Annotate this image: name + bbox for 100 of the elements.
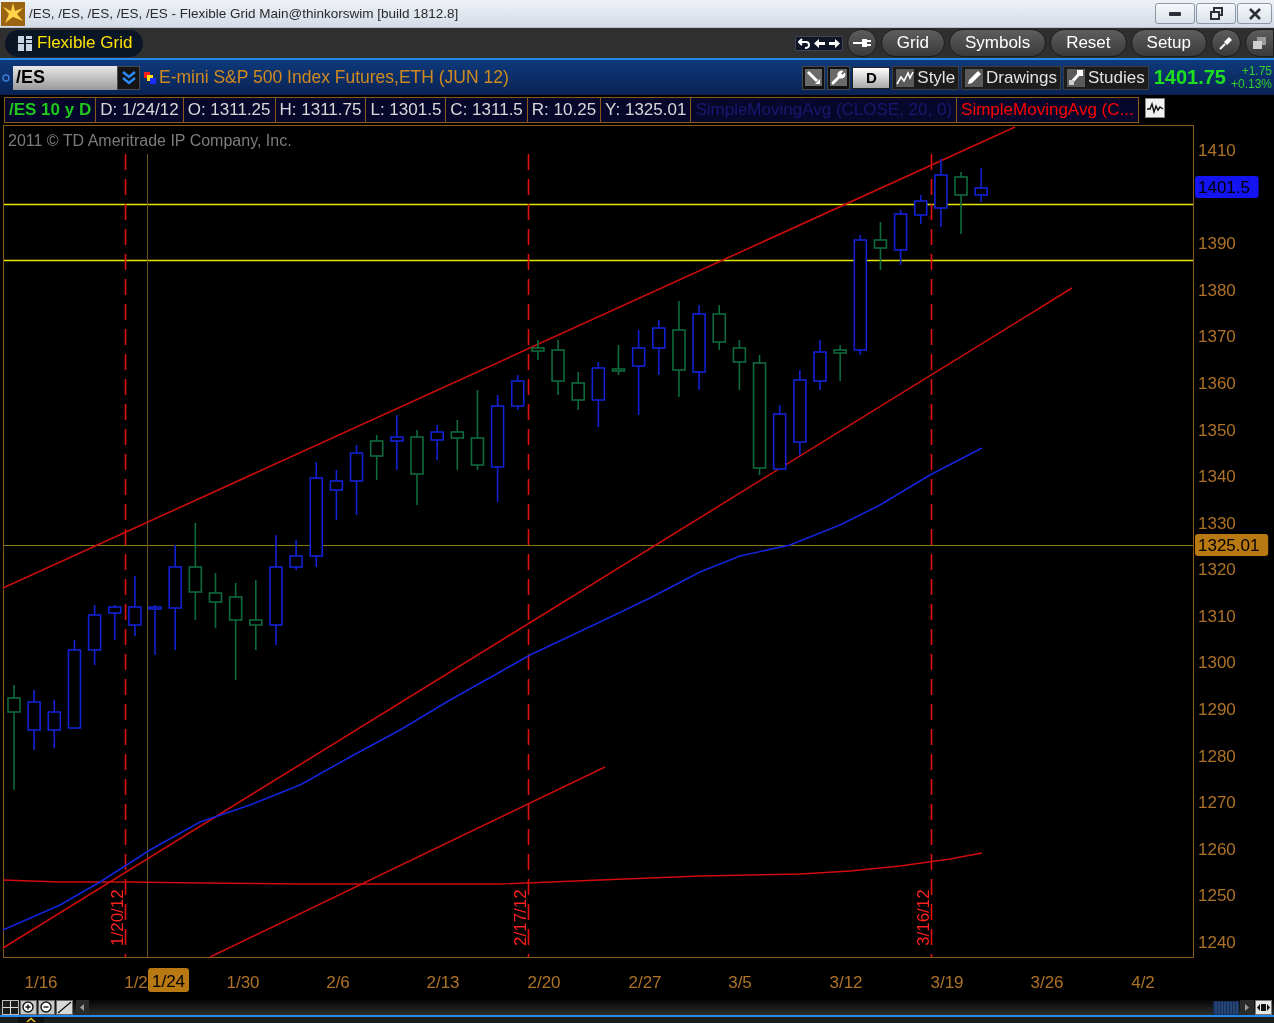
candlestick — [148, 604, 162, 656]
minimize-icon — [1169, 11, 1181, 16]
bar-value-label: O: 1311.25 — [183, 98, 275, 122]
candlestick — [934, 158, 948, 228]
candlestick — [450, 419, 465, 471]
app-icon — [1, 1, 25, 26]
price-axis-label: 1350 — [1198, 420, 1236, 440]
bar-value-label: R: 10.25 — [527, 98, 601, 122]
date-marker-line[interactable] — [124, 153, 127, 958]
undo-icon[interactable] — [797, 37, 810, 49]
net-change: +1.75 — [1241, 64, 1272, 78]
price-axis-label: 1360 — [1198, 373, 1236, 393]
candlestick — [571, 371, 585, 411]
candlestick — [732, 339, 747, 391]
price-axis-label: 1380 — [1198, 280, 1236, 300]
right-arrow-icon[interactable] — [828, 38, 840, 48]
candlestick — [430, 424, 444, 461]
candlestick — [974, 167, 988, 203]
date-axis-label: 2/20 — [527, 973, 561, 992]
candlestick — [712, 304, 727, 351]
price-tag: 1325.01 — [1195, 534, 1269, 556]
candlestick — [349, 444, 364, 516]
candlestick — [87, 604, 102, 666]
ring-icon — [2, 73, 10, 82]
bar-value-label: L: 1301.5 — [366, 98, 446, 122]
candlestick — [531, 339, 545, 361]
candlestick — [551, 339, 565, 396]
last-price: 1401.75 — [1153, 66, 1226, 89]
price-level-line[interactable] — [3, 259, 1194, 262]
candlestick — [128, 575, 142, 637]
price-axis-label: 1240 — [1198, 933, 1236, 953]
chart-symbol-label: /ES 10 y D — [5, 98, 96, 122]
chart-tool-button[interactable]: Studies — [1062, 65, 1149, 90]
plug-button[interactable] — [846, 29, 877, 57]
price-axis-label: 1310 — [1198, 606, 1236, 626]
date-axis-label: 2/6 — [326, 973, 350, 992]
restore-button[interactable] — [1196, 3, 1236, 24]
close-button[interactable] — [1237, 3, 1272, 24]
resize-icon[interactable] — [1255, 1000, 1272, 1015]
collapse-button[interactable] — [18, 1017, 44, 1023]
candlestick — [772, 404, 787, 471]
window-title: /ES, /ES, /ES, /ES, /ES - Flexible Grid Main@thinkorswim [build 1812.8] — [29, 6, 459, 21]
date-axis-label: 3/26 — [1030, 973, 1064, 992]
date-marker-line[interactable] — [930, 153, 933, 958]
line-chart-icon — [896, 68, 915, 87]
wrench-button[interactable] — [827, 65, 851, 90]
dropdown-button[interactable] — [117, 65, 140, 90]
date-axis-label: 1/16 — [24, 973, 58, 992]
bar-value-label: C: 1311.5 — [446, 98, 527, 122]
date-axis-label: 4/2 — [1131, 973, 1155, 992]
left-arrow-icon[interactable] — [813, 38, 825, 48]
detach-button[interactable] — [1245, 29, 1274, 57]
date-marker-label: 3/16/12 — [914, 889, 933, 946]
candlestick — [813, 339, 827, 391]
candlestick — [833, 344, 847, 382]
price-axis-label: 1410 — [1198, 141, 1236, 160]
scroll-thumb[interactable] — [1213, 1000, 1239, 1015]
chart-tool-button[interactable]: Style — [892, 65, 960, 90]
candlestick — [208, 572, 223, 629]
bar-value-label: D: 1/24/12 — [96, 98, 183, 122]
price-axis-label: 1280 — [1198, 746, 1236, 766]
line-icon[interactable] — [56, 1000, 73, 1015]
toolbar-button[interactable]: Setup — [1130, 29, 1207, 57]
toolbar-button[interactable]: Grid — [880, 29, 945, 57]
date-axis-label: 3/19 — [930, 973, 964, 992]
workspace-tab[interactable]: Flexible Grid — [5, 29, 143, 57]
percent-change: +0.13% — [1230, 77, 1272, 91]
price-axis-label: 1260 — [1198, 839, 1236, 859]
aggregation-button[interactable]: D — [852, 66, 891, 89]
pencil-icon — [965, 68, 984, 87]
chevron-up-icon — [26, 1017, 36, 1023]
scroll-right-icon[interactable] — [1240, 1000, 1254, 1015]
candlestick — [369, 434, 384, 481]
pin-icon — [1219, 36, 1233, 50]
zoom-out-icon[interactable] — [38, 1000, 55, 1015]
candlestick — [27, 689, 41, 751]
date-marker-line[interactable] — [527, 153, 530, 958]
grid-icon — [18, 35, 32, 51]
date-axis-label: 2/13 — [426, 973, 460, 992]
price-level-line[interactable] — [3, 203, 1194, 206]
chart-tool-button[interactable]: Drawings — [961, 65, 1061, 90]
candlestick — [289, 539, 303, 571]
price-axis-label: 1330 — [1198, 513, 1236, 533]
candlestick — [893, 209, 908, 266]
candlestick — [873, 221, 888, 271]
date-axis-label: 3/5 — [728, 973, 752, 992]
pin-button[interactable] — [1211, 29, 1241, 57]
arrow-tool-button[interactable] — [802, 65, 826, 90]
toolbar-button[interactable]: Symbols — [948, 29, 1047, 57]
squares-icon — [144, 71, 156, 84]
price-axis-label: 1320 — [1198, 560, 1236, 580]
price-axis-label: 1300 — [1198, 653, 1236, 673]
zoom-in-icon[interactable] — [20, 1000, 37, 1015]
candlestick — [913, 194, 928, 225]
grid-icon[interactable] — [2, 1000, 19, 1015]
waveform-icon[interactable] — [1144, 98, 1165, 118]
symbol-field[interactable]: /ES — [13, 65, 117, 90]
toolbar-button[interactable]: Reset — [1050, 29, 1127, 57]
scroll-left-icon[interactable] — [76, 1000, 89, 1015]
minimize-button[interactable] — [1155, 3, 1195, 24]
